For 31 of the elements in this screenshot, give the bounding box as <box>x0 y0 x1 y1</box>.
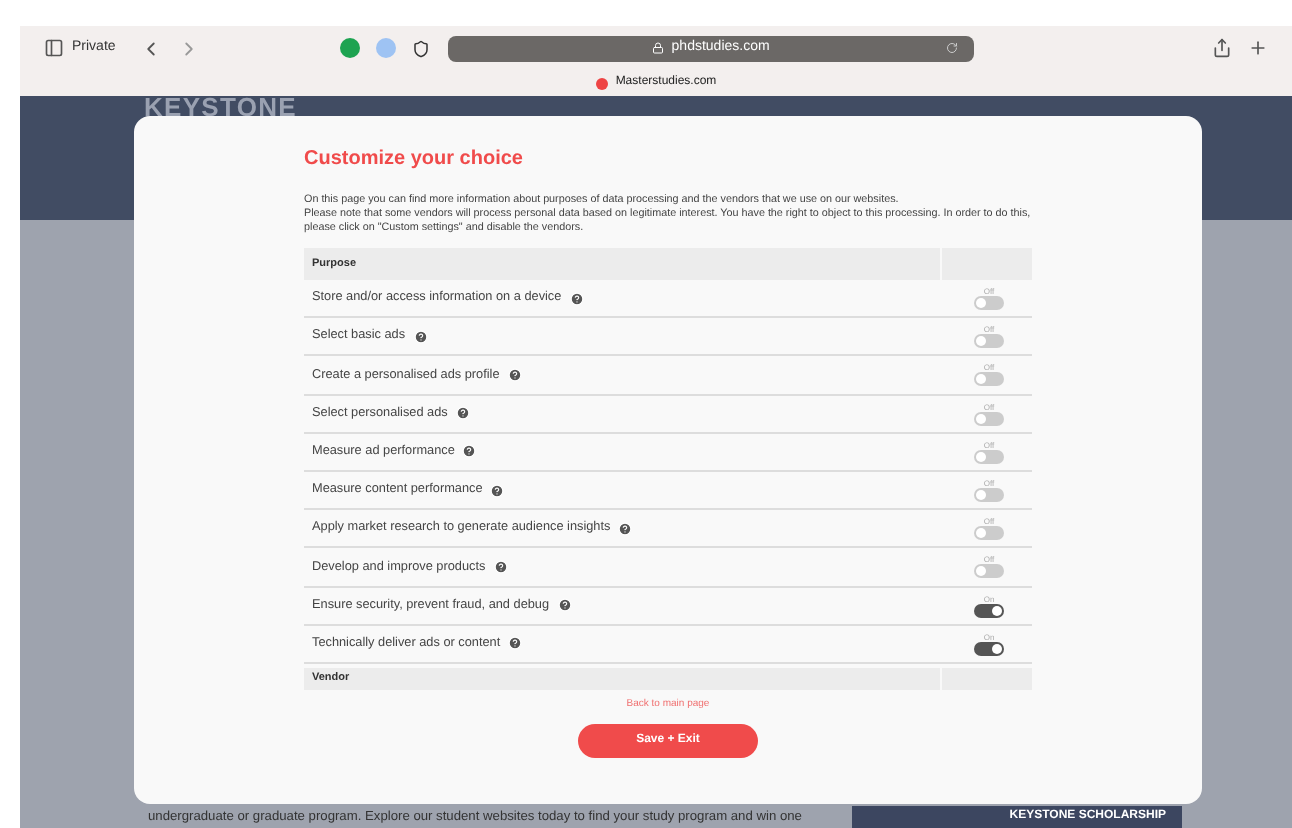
lock-icon <box>651 42 664 54</box>
help-icon[interactable] <box>508 636 523 651</box>
help-icon[interactable] <box>413 329 428 344</box>
help-icon[interactable] <box>507 367 522 382</box>
table-header <box>942 667 1032 690</box>
toggle-switch[interactable] <box>974 372 1004 387</box>
toggle-switch[interactable] <box>974 603 1004 618</box>
site-logo: KEYSTONE <box>144 96 297 126</box>
sidebar-icon[interactable] <box>44 38 64 58</box>
help-icon[interactable] <box>569 291 584 306</box>
reload-icon[interactable] <box>945 42 958 54</box>
help-icon[interactable] <box>618 521 633 536</box>
toggle-switch[interactable] <box>974 411 1004 426</box>
help-icon[interactable] <box>462 444 477 459</box>
help-icon[interactable] <box>455 406 470 421</box>
toggle-switch[interactable] <box>974 641 1004 656</box>
toggle-switch[interactable] <box>974 334 1004 349</box>
extension-icon[interactable] <box>339 38 360 58</box>
dialog-title: Customize your choice <box>304 146 525 174</box>
shield-icon[interactable] <box>411 39 430 57</box>
toggle-switch[interactable] <box>974 488 1004 503</box>
toggle-switch[interactable] <box>974 564 1004 579</box>
favicon-icon <box>595 77 608 89</box>
help-icon[interactable] <box>557 598 572 613</box>
toggle-switch[interactable] <box>974 526 1004 541</box>
toggle-switch[interactable] <box>974 296 1004 311</box>
new-tab-icon[interactable] <box>1248 38 1268 58</box>
toggle-switch[interactable] <box>974 449 1004 464</box>
help-icon[interactable] <box>493 559 508 574</box>
share-icon[interactable] <box>1212 38 1232 58</box>
help-icon[interactable] <box>490 483 505 498</box>
